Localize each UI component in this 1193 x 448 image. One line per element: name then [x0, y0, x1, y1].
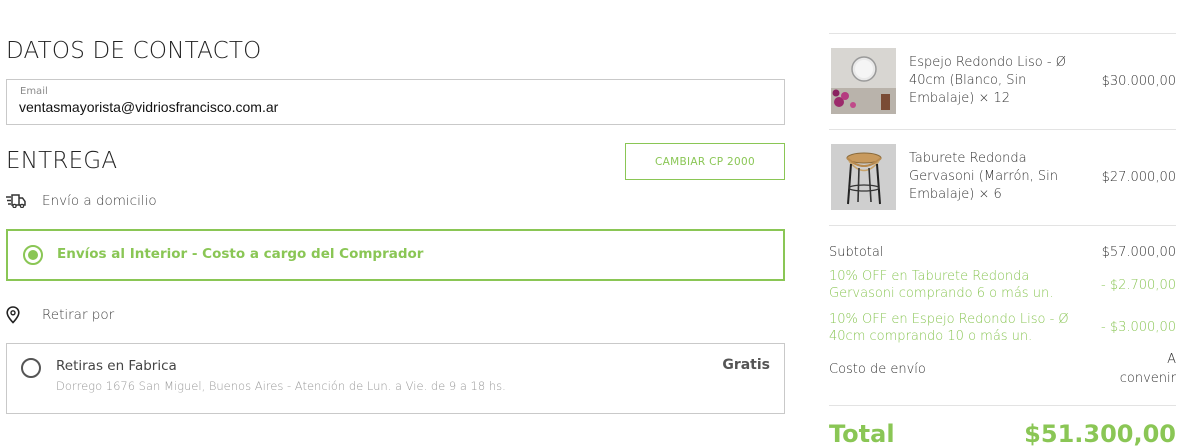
cart-item-price: $27.000,00: [1101, 170, 1176, 185]
shipping-option-interior[interactable]: Envíos al Interior - Costo a cargo del C…: [6, 229, 785, 281]
delivery-truck-icon: [6, 192, 28, 210]
discount-row: 10% OFF en Espejo Redondo Liso - Ø 40cm …: [829, 311, 1176, 345]
shipping-cost-label: Costo de envío: [829, 362, 926, 377]
cart-item: Espejo Redondo Liso - Ø 40cm (Blanco, Si…: [829, 48, 1176, 128]
radio-selected-icon[interactable]: [23, 245, 43, 265]
shipping-cost-value-line2: convenir: [1119, 371, 1176, 386]
summary-divider: [829, 225, 1176, 226]
discount-value: - $3.000,00: [1101, 320, 1176, 335]
home-delivery-heading: Envío a domicilio: [6, 192, 157, 210]
pickup-option-detail: Dorrego 1676 San Miguel, Buenos Aires - …: [56, 379, 506, 393]
delivery-section-title: ENTREGA: [6, 148, 118, 174]
cart-item-price: $30.000,00: [1101, 74, 1176, 89]
total-value: $51.300,00: [1024, 420, 1176, 448]
cart-item-name: Taburete Redonda Gervasoni (Marrón, Sin …: [909, 151, 1059, 202]
pickup-option-price: Gratis: [722, 357, 770, 373]
email-label: Email: [20, 86, 48, 97]
map-pin-icon: [6, 306, 28, 324]
email-input[interactable]: [19, 99, 759, 115]
summary-divider: [829, 33, 1176, 34]
checkout-form: DATOS DE CONTACTO Email ENTREGA CAMBIAR …: [6, 0, 785, 448]
discount-label: 10% OFF en Taburete Redonda Gervasoni co…: [829, 269, 1054, 301]
pickup-option-factory[interactable]: Retiras en Fabrica Dorrego 1676 San Migu…: [6, 343, 785, 414]
contact-section-title: DATOS DE CONTACTO: [6, 38, 262, 64]
home-delivery-label: Envío a domicilio: [42, 193, 157, 209]
discount-label: 10% OFF en Espejo Redondo Liso - Ø 40cm …: [829, 312, 1069, 344]
shipping-cost-value-line1: A: [1167, 352, 1176, 367]
discount-value: - $2.700,00: [1101, 278, 1176, 293]
total-label: Total: [829, 420, 895, 448]
summary-divider: [829, 405, 1176, 406]
email-field[interactable]: Email: [6, 79, 785, 125]
cart-item: Taburete Redonda Gervasoni (Marrón, Sin …: [829, 144, 1176, 224]
summary-divider: [829, 129, 1176, 130]
pickup-heading: Retirar por: [6, 306, 114, 324]
subtotal-row: Subtotal $57.000,00: [829, 245, 1176, 260]
change-postal-code-button[interactable]: CAMBIAR CP 2000: [625, 143, 785, 180]
radio-unselected-icon[interactable]: [21, 358, 41, 378]
cart-item-name: Espejo Redondo Liso - Ø 40cm (Blanco, Si…: [909, 55, 1066, 106]
pickup-option-label: Retiras en Fabrica: [56, 358, 177, 374]
order-summary: Espejo Redondo Liso - Ø 40cm (Blanco, Si…: [829, 0, 1176, 448]
stool-thumbnail-icon: [831, 144, 896, 210]
shipping-option-label: Envíos al Interior - Costo a cargo del C…: [57, 246, 424, 262]
subtotal-value: $57.000,00: [1101, 245, 1176, 260]
discount-row: 10% OFF en Taburete Redonda Gervasoni co…: [829, 268, 1176, 302]
mirror-thumbnail-icon: [831, 48, 896, 114]
subtotal-label: Subtotal: [829, 245, 884, 260]
pickup-label: Retirar por: [42, 307, 115, 323]
